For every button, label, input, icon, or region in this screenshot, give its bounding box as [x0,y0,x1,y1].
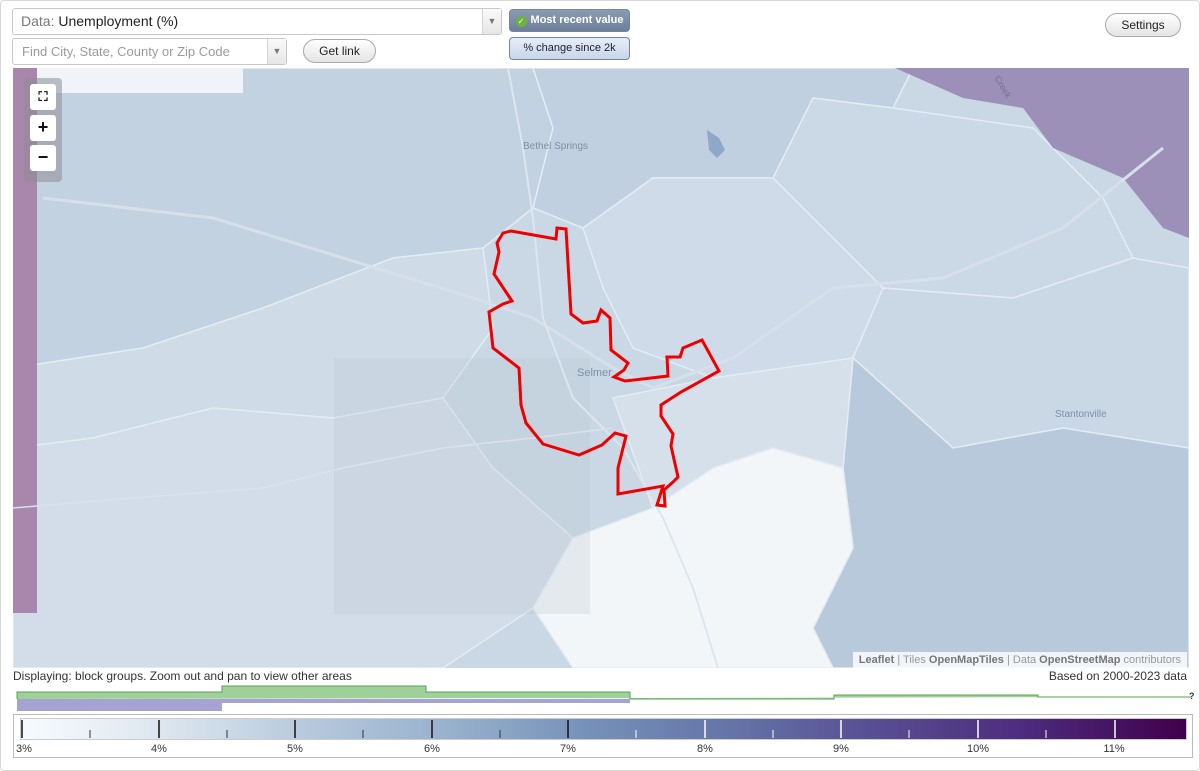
most-recent-label: Most recent value [530,14,624,26]
settings-button[interactable]: Settings [1105,13,1181,37]
zoom-controls: ⛶ + − [24,78,62,182]
legend-tick-label: 8% [697,743,713,755]
data-years-note: Based on 2000-2023 data [1048,669,1187,683]
legend-tick-label: 5% [287,743,303,755]
displaying-status: Displaying: block groups. Zoom out and p… [13,669,352,683]
legend-tick-label: 3% [16,743,32,755]
location-search-input[interactable]: Find City, State, County or Zip Code ▼ [12,38,287,65]
most-recent-value-toggle[interactable]: ✓ Most recent value [509,9,630,32]
pct-change-toggle[interactable]: % change since 2k [509,37,630,60]
legend-tick-label: 11% [1103,743,1125,755]
legend-ticks [21,720,1116,738]
check-icon: ✓ [515,16,527,27]
zoom-out-button[interactable]: − [30,145,56,171]
leaflet-link[interactable]: Leaflet [859,654,894,666]
map-canvas[interactable]: Bethel Springs Selmer Stantonville Creek [13,68,1189,668]
attribution-sep-2: | Data [1003,654,1040,666]
get-link-button[interactable]: Get link [303,39,376,63]
chevron-down-icon[interactable]: ▼ [267,39,286,64]
place-label-selmer: Selmer [577,367,612,379]
search-placeholder: Find City, State, County or Zip Code [22,44,230,59]
zoom-in-button[interactable]: + [30,115,56,141]
place-label-stantonville: Stantonville [1055,409,1107,420]
data-select[interactable]: Data: Unemployment (%) ▼ [12,8,502,35]
map-attribution: Leaflet | Tiles OpenMapTiles | Data Open… [852,652,1187,668]
openmaptiles-link[interactable]: OpenMapTiles [929,654,1004,666]
legend-tick-label: 7% [560,743,576,755]
data-value: Unemployment (%) [58,13,179,29]
attribution-sep-1: | Tiles [894,654,929,666]
fullscreen-icon[interactable]: ⛶ [30,84,56,110]
legend-tick-label: 4% [151,743,167,755]
color-legend: 3% 4% 5% 6% 7% 8% 9% 10% 11% [13,714,1193,758]
data-prefix-label: Data: [21,13,55,29]
app-frame: Data: Unemployment (%) ▼ Find City, Stat… [0,0,1200,771]
unknown-value-mark: ? [1189,691,1195,701]
chevron-down-icon[interactable]: ▼ [482,9,501,34]
legend-tick-label: 9% [833,743,849,755]
attribution-suffix: contributors [1120,654,1181,666]
openstreetmap-link[interactable]: OpenStreetMap [1039,654,1120,666]
place-label-bethel-springs: Bethel Springs [523,141,589,152]
legend-tick-label: 10% [966,743,990,755]
legend-tick-label: 6% [424,743,440,755]
distribution-histogram [16,685,1191,711]
